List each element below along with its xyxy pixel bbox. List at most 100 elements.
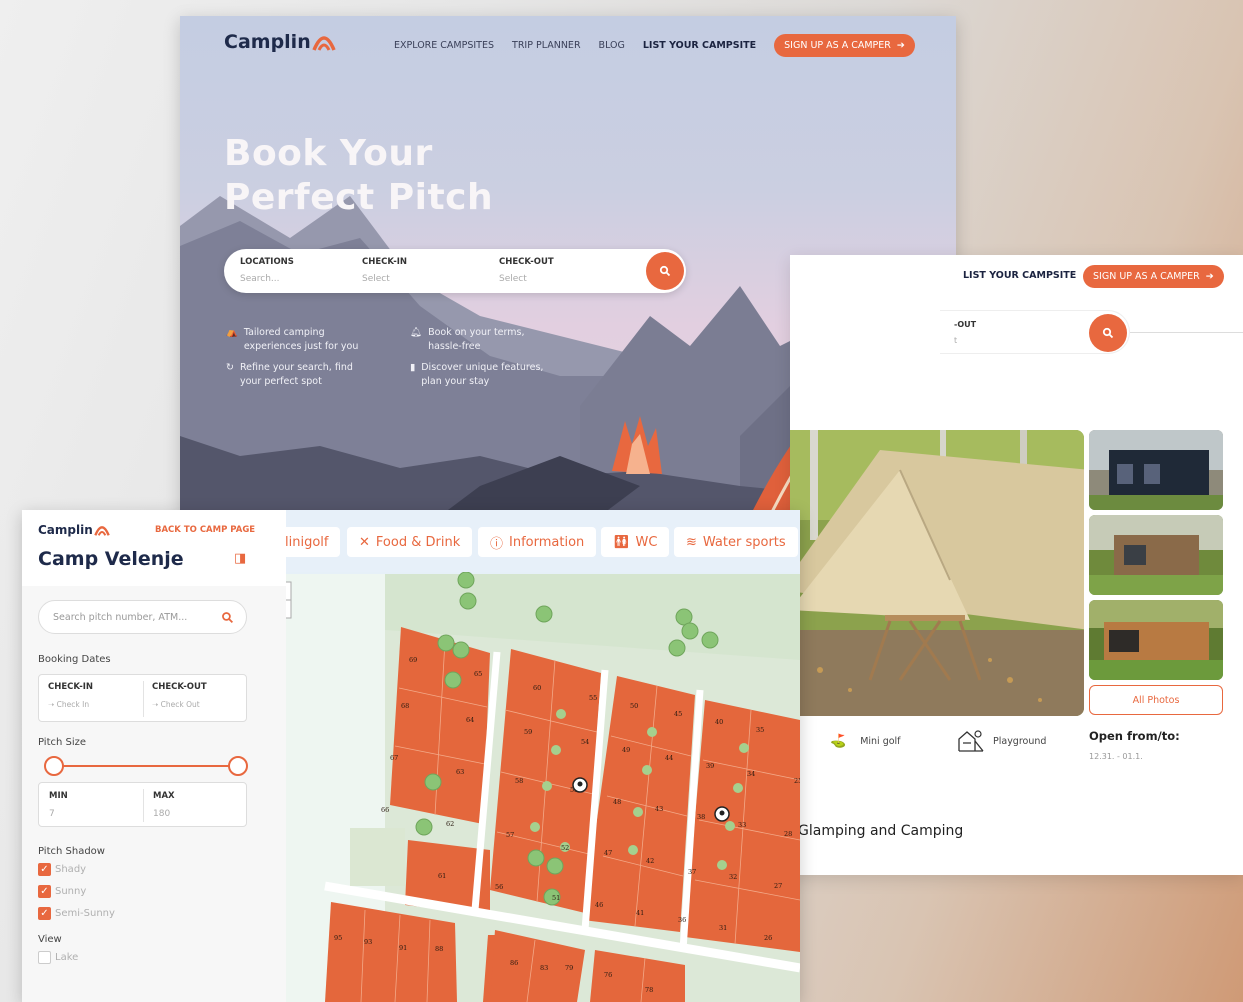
divider [1130, 332, 1243, 333]
tent-icon: ⛺ [226, 327, 238, 338]
thumbnail-photo[interactable] [1089, 430, 1223, 510]
feature-text: hassle-free [428, 341, 481, 352]
filter-water-sports[interactable]: ≋ Water sports [674, 527, 798, 557]
mini-golf-icon: ⛳ [830, 734, 847, 749]
filter-label: linigolf [285, 534, 329, 550]
checkbox-semi-sunny[interactable]: ✓ Semi-Sunny [38, 907, 115, 920]
search-icon [659, 265, 671, 277]
checkout-input[interactable]: ➝ Check Out [152, 700, 200, 709]
hero-search-button[interactable] [646, 252, 684, 290]
checkbox-label: Lake [55, 952, 79, 963]
hero-nav: EXPLORE CAMPSITES TRIP PLANNER BLOG LIST… [394, 34, 915, 57]
hero-checkin-field[interactable]: CHECK-IN Select [362, 257, 407, 284]
checkout-value: t [954, 336, 958, 345]
back-to-camp-link[interactable]: BACK TO CAMP PAGE [155, 525, 255, 535]
signup-button[interactable]: SIGN UP AS A CAMPER ➔ [774, 34, 915, 57]
feature-text: Discover unique features, [421, 362, 544, 373]
svg-text:27: 27 [774, 882, 782, 890]
checkin-input[interactable]: ➝ Check In [48, 700, 89, 709]
collapse-sidebar-icon[interactable]: ◨ [234, 551, 246, 566]
pitch-search-input[interactable]: Search pitch number, ATM... [38, 600, 247, 634]
checkbox-shady[interactable]: ✓ Shady [38, 863, 115, 876]
logo-text: Camplin [38, 523, 93, 537]
svg-text:54: 54 [581, 738, 589, 746]
svg-text:55: 55 [589, 694, 597, 702]
signup-button[interactable]: SIGN UP AS A CAMPER ➔ [1083, 265, 1224, 288]
amenity-label: Playground [993, 735, 1047, 747]
wc-icon: 🚻︎ [613, 534, 630, 550]
svg-text:39: 39 [706, 762, 714, 770]
svg-text:76: 76 [604, 971, 612, 979]
glamping-tent-photo [790, 430, 1084, 716]
slider-max-handle[interactable] [228, 756, 248, 776]
nav-list-campsite[interactable]: LIST YOUR CAMPSITE [643, 40, 756, 51]
min-input[interactable]: 7 [49, 809, 55, 819]
locations-field[interactable]: LOCATIONS Search... [240, 257, 294, 284]
svg-text:44: 44 [665, 754, 673, 762]
checkbox-label: Semi-Sunny [55, 908, 115, 919]
filter-food-drink[interactable]: ✕ Food & Drink [347, 527, 473, 557]
nav-blog[interactable]: BLOG [599, 40, 625, 51]
checkbox-lake[interactable]: Lake [38, 951, 78, 964]
svg-text:35: 35 [756, 726, 764, 734]
pitch-map[interactable]: 69656864 6763666261 6059585756 555453525… [265, 510, 800, 1002]
map-pin-icon[interactable] [714, 806, 730, 822]
camplin-logo[interactable]: Camplin [38, 522, 111, 538]
bell-icon: 🔔︎ [410, 327, 423, 338]
main-photo-glamping-tent[interactable] [790, 430, 1084, 716]
checkout-select[interactable]: Select [499, 274, 554, 284]
svg-text:50: 50 [630, 702, 638, 710]
svg-text:68: 68 [401, 702, 409, 710]
checkin-label: CHECK-IN [362, 257, 408, 267]
checkout-label: -OUT [954, 320, 977, 329]
arrow-right-icon: ➔ [1205, 271, 1214, 282]
open-dates-title: Open from/to: [1089, 729, 1180, 743]
svg-text:26: 26 [764, 934, 772, 942]
svg-text:79: 79 [565, 964, 573, 972]
pitch-size-box: MIN 7 MAX 180 [38, 782, 247, 827]
amenity-playground: Playground [957, 729, 1046, 753]
locations-input[interactable]: Search... [240, 274, 294, 284]
svg-text:63: 63 [456, 768, 464, 776]
svg-text:91: 91 [399, 944, 407, 952]
feature-item: ↻ Refine your search, find your perfect sp… [226, 361, 353, 389]
svg-text:34: 34 [747, 770, 755, 778]
camplin-logo[interactable]: Camplin [224, 30, 337, 54]
map-sidebar: Camplin BACK TO CAMP PAGE Camp Velenje ◨… [22, 510, 286, 1002]
svg-text:83: 83 [540, 964, 548, 972]
checkin-select[interactable]: Select [362, 274, 407, 284]
svg-text:67: 67 [390, 754, 398, 762]
filter-wc[interactable]: 🚻︎ WC [601, 527, 670, 557]
all-photos-button[interactable]: All Photos [1089, 685, 1223, 715]
checkmark-icon: ✓ [38, 863, 51, 876]
thumbnail-photo[interactable] [1089, 515, 1223, 595]
thumbnail-photo[interactable] [1089, 600, 1223, 680]
svg-text:25: 25 [794, 777, 800, 785]
nav-trip-planner[interactable]: TRIP PLANNER [512, 40, 581, 51]
hero-checkout-field[interactable]: CHECK-OUT Select [499, 257, 554, 284]
map-canvas[interactable]: 69656864 6763666261 6059585756 555453525… [265, 510, 800, 1002]
cabin-photo [1089, 600, 1223, 680]
nav-explore-campsites[interactable]: EXPLORE CAMPSITES [394, 40, 494, 51]
checkbox-sunny[interactable]: ✓ Sunny [38, 885, 115, 898]
logo-text: Camplin [224, 31, 311, 53]
slider-track[interactable] [54, 765, 238, 767]
checkmark-icon: ✓ [38, 885, 51, 898]
svg-text:41: 41 [636, 909, 644, 917]
feature-text: plan your stay [421, 376, 490, 387]
logo-mark-icon [312, 36, 336, 51]
svg-text:51: 51 [552, 894, 560, 902]
checkbox-label: Sunny [55, 886, 87, 897]
svg-text:37: 37 [688, 868, 696, 876]
search-button[interactable] [1089, 314, 1127, 352]
feature-text: Refine your search, find [239, 362, 353, 373]
map-pin-icon[interactable] [572, 777, 588, 793]
slider-min-handle[interactable] [44, 756, 64, 776]
checkout-label: CHECK-OUT [152, 682, 207, 692]
campsite-map-screenshot: 69656864 6763666261 6059585756 555453525… [22, 510, 800, 1002]
filter-information[interactable]: ⓘ Information [478, 527, 597, 557]
nav-list-campsite[interactable]: LIST YOUR CAMPSITE [963, 270, 1076, 281]
amenity-mini-golf: ⛳ Mini golf [830, 734, 901, 749]
max-input[interactable]: 180 [153, 809, 170, 819]
booking-dates-box: CHECK-IN ➝ Check In CHECK-OUT ➝ Check Ou… [38, 674, 247, 722]
